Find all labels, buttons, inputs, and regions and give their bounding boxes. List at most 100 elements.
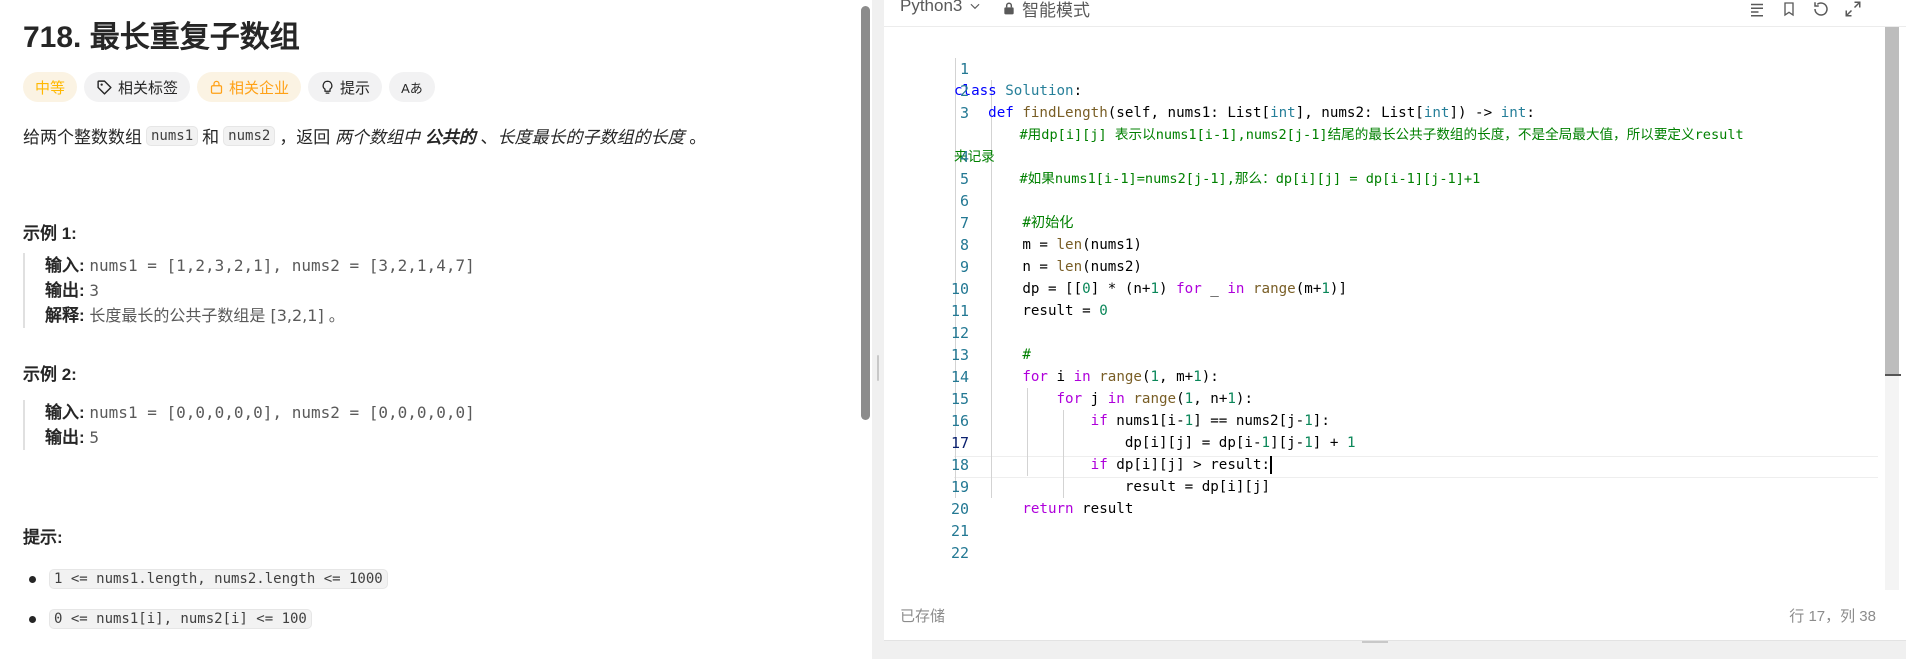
code-line: 17 if dp[i][j] > result: bbox=[884, 410, 1884, 474]
lock-icon bbox=[210, 80, 223, 94]
code-line: 7 m = len(nums1) bbox=[884, 190, 1884, 253]
code-line: 8 n = len(nums2) bbox=[884, 212, 1884, 275]
statement-text: 给两个整数数组 bbox=[23, 128, 142, 147]
splitter-grip-icon[interactable] bbox=[877, 355, 879, 381]
statement-emphasis: 长度最长的子数组的长度 bbox=[497, 128, 685, 147]
translate-button[interactable]: Aあ bbox=[389, 72, 435, 102]
explanation-value: 长度最长的公共子数组是 [3,2,1] 。 bbox=[89, 306, 345, 325]
example-2-output: 输出: 5 bbox=[45, 425, 475, 450]
example-2-input: 输入: nums1 = [0,0,0,0,0], nums2 = [0,0,0,… bbox=[45, 400, 475, 425]
mode-label: 智能模式 bbox=[1022, 1, 1090, 20]
code-line: 21 bbox=[884, 498, 1884, 540]
tag-icon bbox=[97, 79, 112, 95]
code-editor-panel: Python3 智能模式 1 class Solution: 2 def fin… bbox=[884, 0, 1906, 659]
hint-label: 提示 bbox=[340, 79, 371, 97]
reset-icon bbox=[1814, 2, 1828, 16]
expand-icon bbox=[1845, 1, 1861, 17]
code-line: 18 result = dp[i][j] bbox=[884, 432, 1884, 495]
statement-text: 和 bbox=[202, 128, 220, 147]
statement-bold: 公共的 bbox=[424, 128, 476, 147]
related-companies-label: 相关企业 bbox=[229, 79, 290, 97]
example-1-explanation: 解释: 长度最长的公共子数组是 [3,2,1] 。 bbox=[45, 303, 475, 328]
code-line-wrap: 来记录 bbox=[884, 102, 1884, 165]
example-1-output: 输出: 3 bbox=[45, 278, 475, 303]
code-line: 3 #用dp[i][j] 表示以nums1[i-1],nums2[j-1]结尾的… bbox=[884, 80, 1884, 143]
bookmark-icon bbox=[1784, 2, 1794, 17]
output-value: 3 bbox=[89, 281, 100, 300]
code-line: 11 bbox=[884, 278, 1884, 320]
code-line: 10 result = 0 bbox=[884, 256, 1884, 319]
output-label: 输出: bbox=[45, 281, 85, 300]
code-line: 20 bbox=[884, 476, 1884, 518]
reset-button[interactable] bbox=[1810, 0, 1832, 20]
list-item: 1 <= nums1.length, nums2.length <= 1000 bbox=[23, 559, 388, 599]
code-line: 6 #初始化 bbox=[884, 168, 1884, 231]
code-line: 13 for i in range(1, m+1): bbox=[884, 322, 1884, 385]
editor-toolbar: Python3 智能模式 bbox=[884, 0, 1906, 24]
saved-status: 已存储 bbox=[900, 608, 946, 625]
example-2-heading: 示例 2: bbox=[23, 365, 77, 384]
format-button[interactable] bbox=[1746, 0, 1768, 20]
fullscreen-button[interactable] bbox=[1842, 0, 1864, 20]
constraint-code: 0 <= nums1[i], nums2[i] <= 100 bbox=[49, 609, 312, 629]
code-area[interactable]: 1 class Solution: 2 def findLength(self,… bbox=[884, 36, 1884, 562]
related-companies-button[interactable]: 相关企业 bbox=[197, 72, 302, 102]
code-line: 16 dp[i][j] = dp[i-1][j-1] + 1 bbox=[884, 388, 1884, 451]
list-item: 0 <= nums1[i], nums2[i] <= 100 bbox=[23, 599, 388, 639]
panel-splitter[interactable] bbox=[872, 0, 884, 659]
smart-mode-toggle[interactable]: 智能模式 bbox=[1002, 0, 1090, 21]
constraints-heading: 提示: bbox=[23, 528, 63, 547]
code-line: 15 if nums1[i-1] == nums2[j-1]: bbox=[884, 366, 1884, 429]
code-line: 1 class Solution: bbox=[884, 36, 1884, 99]
editor-status-bar: 已存储 行 17，列 38 bbox=[884, 600, 1906, 634]
cursor-position-marker bbox=[1885, 374, 1901, 376]
problem-title[interactable]: 718. 最长重复子数组 bbox=[23, 12, 300, 56]
code-line: 4 #如果nums1[i-1]=nums2[j-1],那么：dp[i][j] =… bbox=[884, 124, 1884, 187]
code-line: 9 dp = [[0] * (n+1) for _ in range(m+1)] bbox=[884, 234, 1884, 297]
code-line: 22 bbox=[884, 520, 1884, 562]
tag-row: 中等 相关标签 相关企业 提示 Aあ bbox=[23, 72, 435, 102]
related-tags-button[interactable]: 相关标签 bbox=[84, 72, 191, 102]
code-line: 5 bbox=[884, 146, 1884, 188]
input-value: nums1 = [1,2,3,2,1], nums2 = [3,2,1,4,7] bbox=[89, 256, 475, 275]
translate-icon: Aあ bbox=[401, 80, 423, 96]
problem-statement: 给两个整数数组 nums1 和 nums2 ，返回 两个数组中 公共的 、 长度… bbox=[23, 123, 706, 148]
related-tags-label: 相关标签 bbox=[118, 79, 179, 97]
language-select[interactable]: Python3 bbox=[900, 0, 984, 16]
inline-code: nums2 bbox=[223, 125, 276, 146]
code-line: 12 # bbox=[884, 300, 1884, 363]
console-grip-icon[interactable] bbox=[1362, 641, 1388, 643]
statement-text: 。 bbox=[689, 128, 707, 147]
code-line: 14 for j in range(1, n+1): bbox=[884, 344, 1884, 407]
explanation-label: 解释: bbox=[45, 306, 85, 325]
toolbar-divider bbox=[884, 26, 1906, 27]
console-divider[interactable] bbox=[884, 640, 1906, 659]
lock-icon bbox=[1004, 2, 1014, 15]
editor-scrollbar-thumb[interactable] bbox=[1885, 27, 1899, 375]
line-number: 22 bbox=[950, 544, 969, 562]
output-label: 输出: bbox=[45, 428, 85, 447]
description-scrollbar[interactable] bbox=[861, 6, 870, 420]
example-1-heading: 示例 1: bbox=[23, 224, 77, 243]
format-icon bbox=[1751, 3, 1763, 17]
difficulty-badge: 中等 bbox=[23, 72, 78, 102]
cursor-position[interactable]: 行 17，列 38 bbox=[1789, 605, 1876, 626]
example-1-block: 输入: nums1 = [1,2,3,2,1], nums2 = [3,2,1,… bbox=[23, 253, 475, 328]
bookmark-button[interactable] bbox=[1778, 0, 1800, 20]
input-value: nums1 = [0,0,0,0,0], nums2 = [0,0,0,0,0] bbox=[89, 403, 475, 422]
input-label: 输入: bbox=[45, 403, 85, 422]
hint-button[interactable]: 提示 bbox=[308, 72, 383, 102]
bullet-icon bbox=[29, 615, 36, 623]
code-line: 2 def findLength(self, nums1: List[int],… bbox=[884, 58, 1884, 121]
constraints-list: 1 <= nums1.length, nums2.length <= 1000 … bbox=[23, 559, 388, 639]
code-line: 19 return result bbox=[884, 454, 1884, 517]
example-1-input: 输入: nums1 = [1,2,3,2,1], nums2 = [3,2,1,… bbox=[45, 253, 475, 278]
lightbulb-icon bbox=[322, 80, 333, 94]
difficulty-label: 中等 bbox=[35, 79, 66, 97]
example-2-block: 输入: nums1 = [0,0,0,0,0], nums2 = [0,0,0,… bbox=[23, 400, 475, 450]
inline-code: nums1 bbox=[146, 125, 199, 146]
language-label: Python3 bbox=[900, 0, 963, 15]
bullet-icon bbox=[29, 575, 36, 583]
output-value: 5 bbox=[89, 428, 100, 447]
problem-description-panel: 718. 最长重复子数组 中等 相关标签 相关企业 提示 Aあ 给两个整数数组 … bbox=[0, 0, 862, 659]
